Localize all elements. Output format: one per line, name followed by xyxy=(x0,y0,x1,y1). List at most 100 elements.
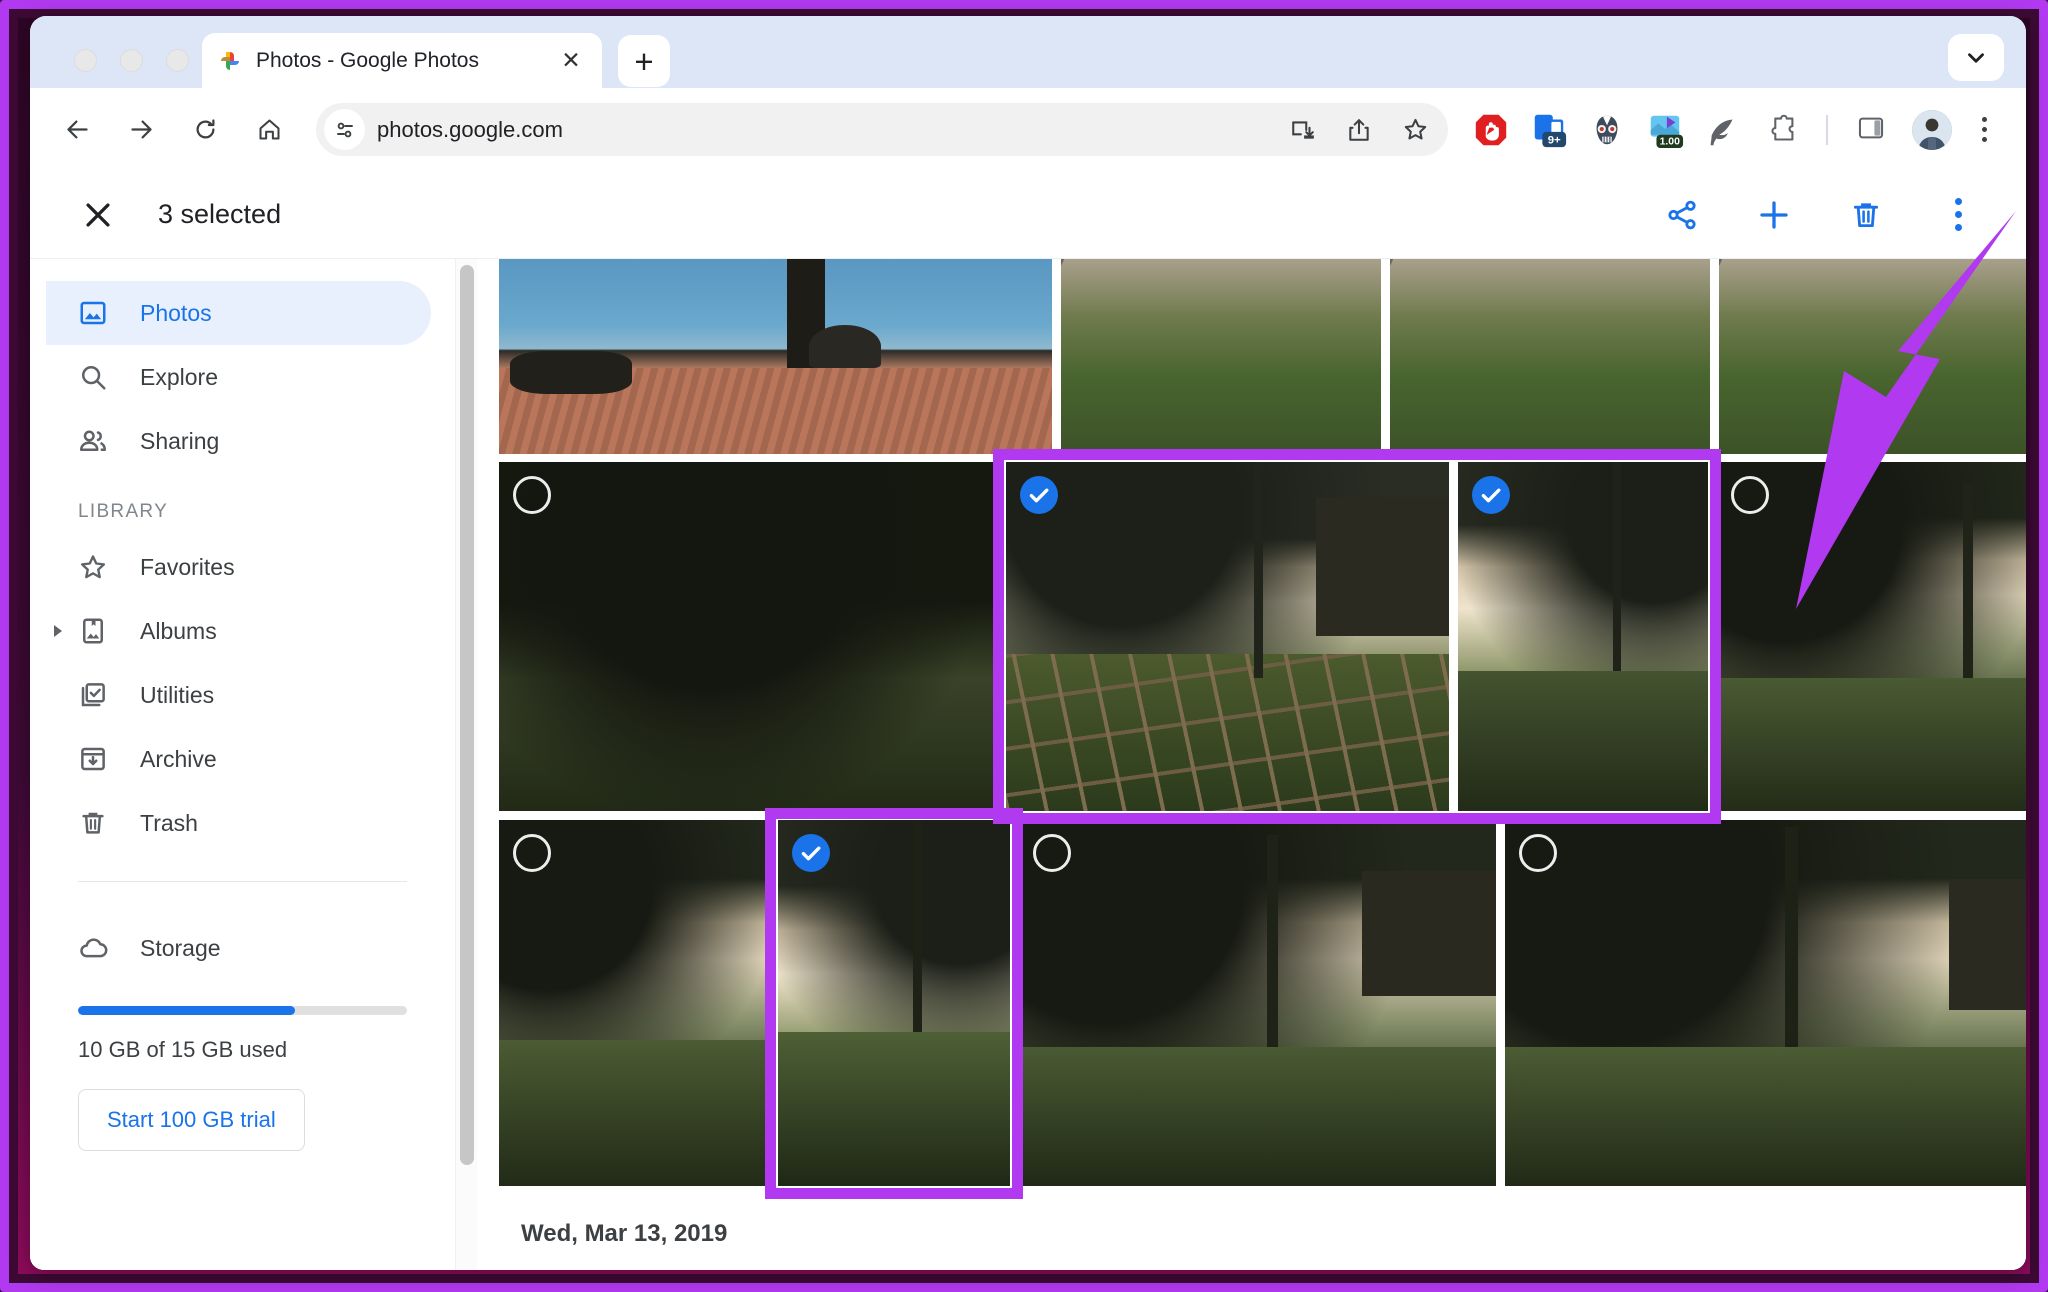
tab-strip: Photos - Google Photos ✕ + xyxy=(30,16,2026,88)
photo-checkbox-unselected[interactable] xyxy=(1033,834,1071,872)
photo-fence-2[interactable] xyxy=(1390,259,1710,454)
storage-section: Storage 10 GB of 15 GB used Start 100 GB… xyxy=(30,916,455,1151)
photo-hut-dawn[interactable] xyxy=(1717,462,2026,811)
photo-hut-wide[interactable] xyxy=(1019,820,1496,1186)
selection-count-label: 3 selected xyxy=(158,199,282,229)
photo-tree-field[interactable] xyxy=(1458,462,1708,811)
sidebar-item-label: Trash xyxy=(140,809,198,836)
reload-button[interactable] xyxy=(182,107,228,153)
toolbar-divider xyxy=(1826,114,1828,145)
window-controls xyxy=(74,49,189,72)
photo-fence-1[interactable] xyxy=(1061,259,1381,454)
address-bar-url: photos.google.com xyxy=(377,116,563,142)
page-viewport: 3 selected Photos Explore Sharing LIBRAR… xyxy=(30,171,2026,1270)
scrollbar-thumb[interactable] xyxy=(460,265,474,1165)
archive-icon xyxy=(76,742,110,776)
sidebar-item-utilities[interactable]: Utilities xyxy=(46,663,431,727)
avatar[interactable] xyxy=(1912,109,1952,150)
chrome-menu-button[interactable] xyxy=(1964,108,2004,152)
photo-field-left[interactable] xyxy=(499,820,769,1186)
sidebar-item-label: Archive xyxy=(140,745,217,772)
grammar-extension-icon[interactable] xyxy=(1704,111,1742,149)
address-bar[interactable]: photos.google.com xyxy=(316,103,1448,156)
photo-checkbox-selected[interactable] xyxy=(1472,476,1510,514)
storage-progress-fill xyxy=(78,1006,296,1015)
exit-selection-button[interactable] xyxy=(70,187,126,243)
sidebar-item-storage[interactable]: Storage xyxy=(46,916,431,980)
install-app-icon[interactable] xyxy=(1288,115,1318,145)
photo-checkbox-selected[interactable] xyxy=(792,834,830,872)
browser-tab[interactable]: Photos - Google Photos ✕ xyxy=(202,33,602,88)
photo-checkbox-selected[interactable] xyxy=(1020,476,1058,514)
sidebar-item-label: Photos xyxy=(140,299,212,326)
bookmark-star-icon[interactable] xyxy=(1400,115,1430,145)
sidebar-item-explore[interactable]: Explore xyxy=(46,345,431,409)
sidebar-item-trash[interactable]: Trash xyxy=(46,791,431,855)
share-icon[interactable] xyxy=(1344,115,1374,145)
svg-text:1.00: 1.00 xyxy=(1660,136,1681,147)
back-button[interactable] xyxy=(54,107,100,153)
sidebar-item-label: Favorites xyxy=(140,553,235,580)
sidebar: Photos Explore Sharing LIBRARY Favorites… xyxy=(30,259,455,1270)
more-options-button[interactable] xyxy=(1936,193,1980,237)
window-maximize-button[interactable] xyxy=(166,49,189,72)
share-button[interactable] xyxy=(1660,193,1704,237)
sidebar-item-sharing[interactable]: Sharing xyxy=(46,409,431,473)
selection-actions xyxy=(1660,193,2026,237)
album-icon xyxy=(76,614,110,648)
window-close-button[interactable] xyxy=(74,49,97,72)
browser-window: Photos - Google Photos ✕ + photos.google… xyxy=(30,16,2026,1270)
sidebar-item-label: Storage xyxy=(140,934,221,961)
start-trial-button[interactable]: Start 100 GB trial xyxy=(78,1089,305,1151)
photo-checkbox-unselected[interactable] xyxy=(513,834,551,872)
notes-extension-icon[interactable]: 9+ xyxy=(1530,111,1568,149)
home-button[interactable] xyxy=(246,107,292,153)
adblock-icon[interactable] xyxy=(1472,111,1510,149)
sidebar-divider xyxy=(78,881,407,882)
add-to-button[interactable] xyxy=(1752,193,1796,237)
close-icon[interactable]: ✕ xyxy=(556,46,586,76)
people-icon xyxy=(76,424,110,458)
photos-selection-header: 3 selected xyxy=(30,171,2026,259)
sidebar-item-label: Albums xyxy=(140,617,217,644)
sidebar-item-albums[interactable]: Albums xyxy=(46,599,431,663)
privacy-badger-icon[interactable] xyxy=(1588,111,1626,149)
photo-tree-portrait[interactable] xyxy=(778,820,1010,1186)
forward-button[interactable] xyxy=(118,107,164,153)
cloud-icon xyxy=(76,931,110,965)
photo-icon xyxy=(76,296,110,330)
sidebar-item-archive[interactable]: Archive xyxy=(46,727,431,791)
extensions-bar: 9+ 1.00 xyxy=(1448,109,1964,150)
photo-checkbox-unselected[interactable] xyxy=(513,476,551,514)
photos-body: Photos Explore Sharing LIBRARY Favorites… xyxy=(30,259,2026,1270)
photo-fence-dawn[interactable] xyxy=(1006,462,1449,811)
extensions-puzzle-icon[interactable] xyxy=(1762,111,1800,149)
storage-usage-label: 10 GB of 15 GB used xyxy=(78,1037,288,1062)
side-panel-icon[interactable] xyxy=(1854,111,1892,149)
trash-icon xyxy=(76,806,110,840)
window-minimize-button[interactable] xyxy=(120,49,143,72)
tab-title: Photos - Google Photos xyxy=(256,48,479,72)
storage-progress-bar xyxy=(78,1006,407,1015)
photo-grid-container: Wed, Mar 13, 2019 xyxy=(477,259,2026,1270)
sidebar-item-label: Sharing xyxy=(140,427,220,454)
sidebar-item-favorites[interactable]: Favorites xyxy=(46,535,431,599)
photo-hut-right[interactable] xyxy=(1505,820,2026,1186)
search-icon xyxy=(76,360,110,394)
photo-fence-3[interactable] xyxy=(1719,259,2026,454)
sidebar-item-photos[interactable]: Photos xyxy=(46,281,431,345)
google-photos-pinwheel-icon xyxy=(218,49,242,73)
photo-lake-dock[interactable] xyxy=(499,259,1052,454)
utilities-icon xyxy=(76,678,110,712)
scrollbar-track[interactable] xyxy=(455,259,477,1270)
photo-checkbox-unselected[interactable] xyxy=(1519,834,1557,872)
photo-dark-tree[interactable] xyxy=(499,462,997,811)
chevron-down-icon[interactable] xyxy=(1948,34,2004,81)
chevron-right-icon[interactable] xyxy=(54,625,62,637)
delete-button[interactable] xyxy=(1844,193,1888,237)
new-tab-button[interactable]: + xyxy=(618,35,670,87)
sidebar-item-label: Explore xyxy=(140,363,218,390)
tune-icon[interactable] xyxy=(324,109,365,150)
photo-checkbox-unselected[interactable] xyxy=(1731,476,1769,514)
video-speed-controller-icon[interactable]: 1.00 xyxy=(1646,111,1684,149)
